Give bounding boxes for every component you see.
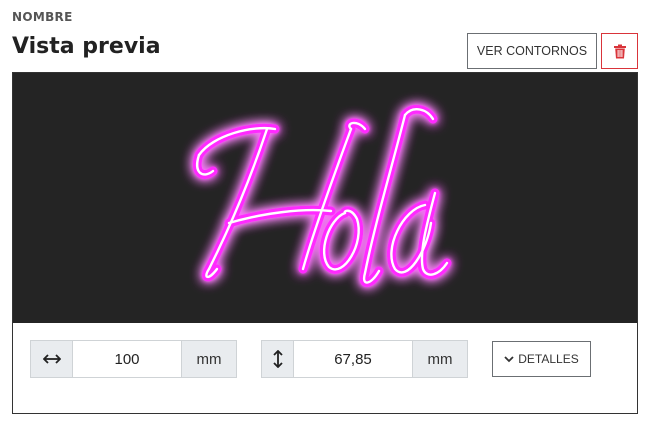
- width-field[interactable]: 100: [73, 341, 181, 377]
- height-unit: mm: [412, 341, 467, 377]
- neon-text-graphic: [192, 104, 452, 287]
- height-field[interactable]: 67,85: [294, 341, 412, 377]
- details-label: DETALLES: [518, 352, 579, 366]
- chevron-down-icon: [504, 355, 514, 362]
- width-unit: mm: [181, 341, 236, 377]
- view-outlines-button[interactable]: VER CONTORNOS: [467, 33, 597, 69]
- trash-icon: [613, 44, 626, 58]
- preview-card: 100 mm 67,85 mm DETALLES: [12, 72, 638, 414]
- neon-preview: [13, 73, 637, 323]
- vertical-arrows-icon: [262, 341, 294, 377]
- horizontal-arrows-icon: [31, 341, 73, 377]
- height-input-group: 67,85 mm: [261, 340, 468, 378]
- field-label-nombre: NOMBRE: [12, 10, 73, 24]
- width-input-group: 100 mm: [30, 340, 237, 378]
- details-button[interactable]: DETALLES: [492, 341, 591, 377]
- page-title: Vista previa: [12, 34, 161, 59]
- delete-button[interactable]: [601, 33, 638, 69]
